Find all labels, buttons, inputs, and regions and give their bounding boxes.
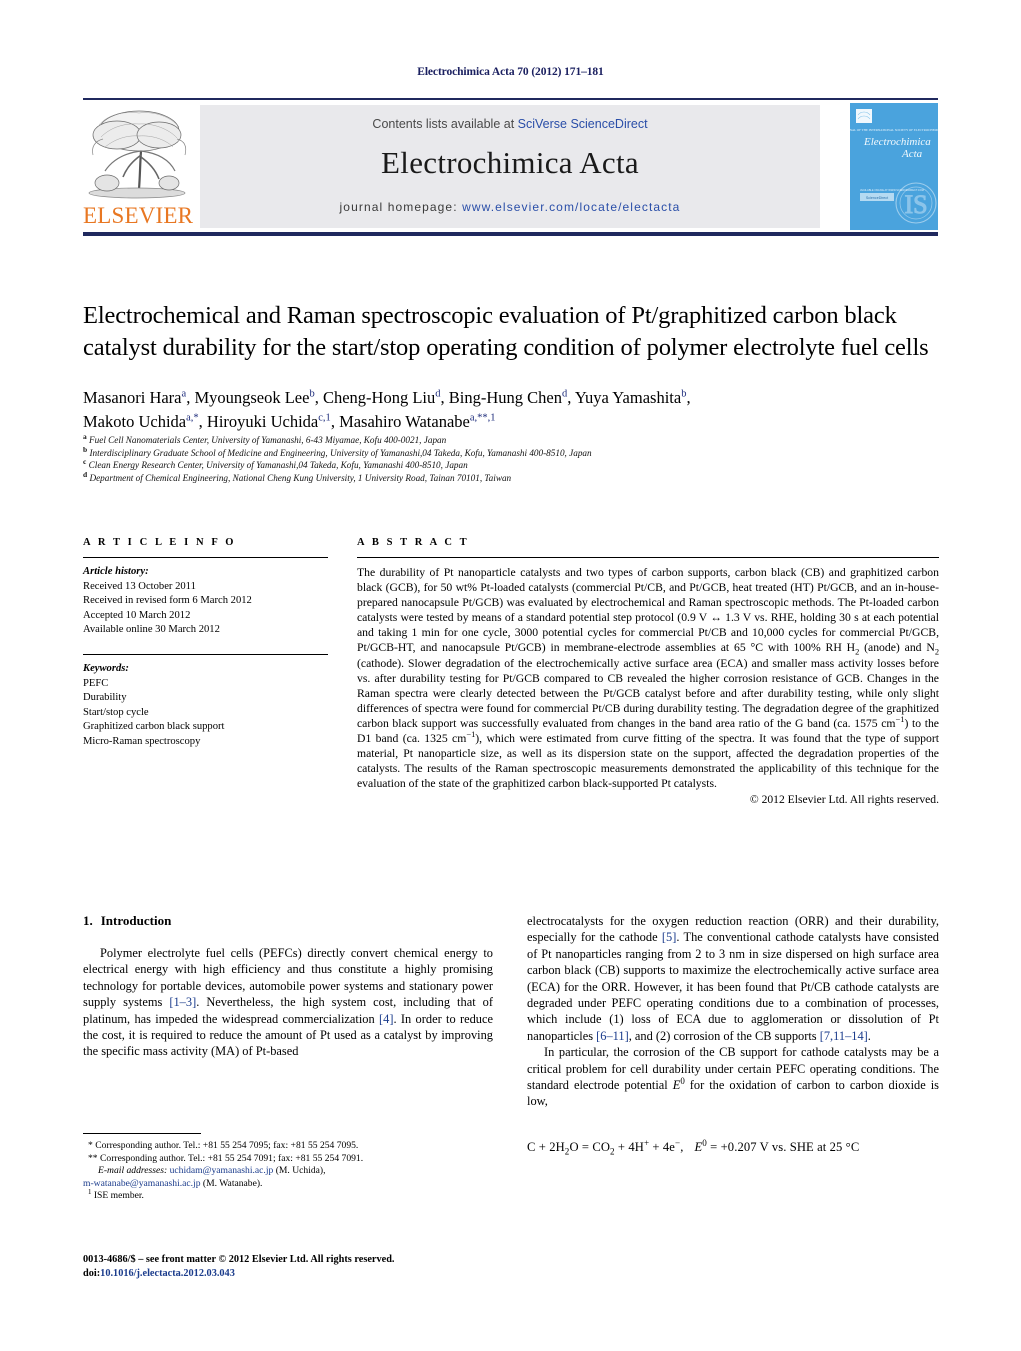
homepage-prefix: journal homepage: (339, 200, 463, 214)
keywords-rule (83, 653, 328, 655)
footnote-rule (83, 1133, 201, 1134)
body-column-left: 1. Introduction Polymer electrolyte fuel … (83, 913, 493, 1060)
keyword-item: Start/stop cycle (83, 706, 149, 718)
elsevier-tree-icon (85, 105, 189, 201)
keywords-block: Keywords: PEFC Durability Start/stop cyc… (83, 662, 328, 750)
paragraph: electrocatalysts for the oxygen reductio… (527, 914, 939, 1043)
elsevier-logo: ELSEVIER (83, 105, 194, 230)
email-owner-watanabe: (M. Watanabe). (202, 1177, 263, 1189)
journal-cover-svg: JOURNAL OF THE INTERNATIONAL SOCIETY OF … (850, 103, 938, 230)
author-list: Masanori Haraa, Myoungseok Leeb, Cheng-H… (83, 386, 943, 434)
svg-text:ScienceDirect: ScienceDirect (866, 196, 888, 200)
corresponding-author-1: * Corresponding author. Tel.: +81 55 254… (88, 1140, 359, 1151)
keyword-item: Durability (83, 692, 127, 704)
email-addresses-2: m-watanabe@yamanashi.ac.jp (M. Watanabe)… (83, 1178, 503, 1191)
affiliation-item: b Interdisciplinary Graduate School of M… (83, 444, 592, 458)
doi-label: doi: (83, 1268, 101, 1279)
abstract-text: The durability of Pt nanoparticle cataly… (357, 566, 940, 791)
imprint-front-matter: 0013-4686/$ – see front matter © 2012 El… (83, 1254, 395, 1265)
journal-title: Electrochimica Acta (381, 145, 639, 180)
history-item: Accepted 10 March 2012 (83, 609, 191, 621)
masthead-center-band: Contents lists available at SciVerse Sci… (200, 105, 820, 228)
contents-prefix: Contents lists available at (372, 117, 518, 131)
section-number: 1. (83, 913, 93, 928)
article-info-heading: A R T I C L E I N F O (83, 537, 237, 548)
body-column-right: electrocatalysts for the oxygen reductio… (527, 913, 939, 1157)
keywords-label: Keywords: (83, 662, 129, 674)
history-item: Received in revised form 6 March 2012 (83, 595, 252, 607)
author-line-1: Masanori Haraa, Myoungseok Leeb, Cheng-H… (83, 388, 691, 407)
affiliation-item: c Clean Energy Research Center, Universi… (83, 457, 468, 471)
journal-cover-thumbnail: JOURNAL OF THE INTERNATIONAL SOCIETY OF … (850, 103, 938, 230)
email-label: E-mail addresses: (98, 1165, 168, 1177)
doi-link[interactable]: 10.1016/j.electacta.2012.03.043 (100, 1268, 235, 1279)
article-history-block: Article history: Received 13 October 201… (83, 565, 328, 638)
affiliation-list: a Fuel Cell Nanomaterials Center, Univer… (83, 431, 943, 484)
sciencedirect-link[interactable]: SciVerse ScienceDirect (518, 117, 648, 131)
keyword-item: Graphitized carbon black support (83, 721, 225, 733)
masthead-bottom-rule (83, 232, 938, 236)
equation-carbon-oxidation: C + 2H2O = CO2 + 4H+ + 4e−, E0 = +0.207 V… (527, 1137, 860, 1157)
abstract-column: A B S T R A C T The durability of Pt nan… (357, 537, 939, 806)
svg-text:Electrochimica: Electrochimica (863, 136, 931, 148)
corresponding-author-2: ** Corresponding author. Tel.: +81 55 25… (88, 1152, 364, 1164)
svg-text:JOURNAL OF THE INTERNATIONAL S: JOURNAL OF THE INTERNATIONAL SOCIETY OF … (850, 128, 938, 132)
masthead-top-rule (83, 98, 938, 100)
homepage-url-link[interactable]: www.elsevier.com/locate/electacta (462, 200, 680, 214)
abstract-copyright: © 2012 Elsevier Ltd. All rights reserved… (749, 793, 939, 807)
history-item: Available online 30 March 2012 (83, 624, 220, 636)
paragraph: Polymer electrolyte fuel cells (PEFCs) d… (83, 946, 493, 1059)
ise-member-note: 1 ISE member. (88, 1189, 144, 1202)
journal-homepage-line: journal homepage: www.elsevier.com/locat… (200, 200, 820, 214)
section-heading-introduction: 1. Introduction (83, 913, 493, 929)
section-title: Introduction (100, 913, 172, 928)
running-head: Electrochimica Acta 70 (2012) 171–181 (417, 66, 604, 78)
author-line-2: Makoto Uchidaa,*, Hiroyuki Uchidac,1, Ma… (83, 412, 496, 431)
abstract-heading: A B S T R A C T (357, 537, 470, 548)
paragraph: In particular, the corrosion of the CB s… (527, 1045, 939, 1109)
article-info-column: A R T I C L E I N F O Article history: R… (83, 537, 328, 750)
elsevier-tree-svg (88, 110, 187, 199)
affiliation-item: d Department of Chemical Engineering, Na… (83, 469, 512, 483)
email-link-uchida[interactable]: uchidam@yamanashi.ac.jp (170, 1165, 274, 1176)
article-info-rule (83, 557, 328, 558)
history-item: Received 13 October 2011 (83, 580, 196, 592)
email-owner-uchida: (M. Uchida), (275, 1165, 326, 1177)
footnote-block: * Corresponding author. Tel.: +81 55 254… (83, 1140, 503, 1203)
article-first-page: Electrochimica Acta 70 (2012) 171–181 EL… (0, 0, 1021, 1351)
journal-masthead: ELSEVIER Contents lists available at Sci… (83, 103, 938, 230)
imprint-doi-line: doi:10.1016/j.electacta.2012.03.043 (83, 1267, 513, 1281)
page-title: Electrochemical and Raman spectroscopic … (83, 302, 929, 362)
keyword-item: Micro-Raman spectroscopy (83, 735, 201, 747)
svg-text:IS: IS (904, 190, 927, 219)
imprint-block: 0013-4686/$ – see front matter © 2012 El… (83, 1253, 513, 1281)
svg-text:Acta: Acta (901, 148, 923, 160)
email-addresses: E-mail addresses: uchidam@yamanashi.ac.j… (83, 1165, 503, 1178)
affiliation-item: a Fuel Cell Nanomaterials Center, Univer… (83, 431, 447, 445)
email-link-watanabe[interactable]: m-watanabe@yamanashi.ac.jp (83, 1178, 201, 1189)
elsevier-wordmark: ELSEVIER (83, 203, 194, 228)
abstract-rule (357, 557, 939, 558)
article-history-label: Article history: (83, 566, 149, 577)
contents-available-line: Contents lists available at SciVerse Sci… (200, 117, 820, 131)
keyword-item: PEFC (83, 677, 109, 689)
